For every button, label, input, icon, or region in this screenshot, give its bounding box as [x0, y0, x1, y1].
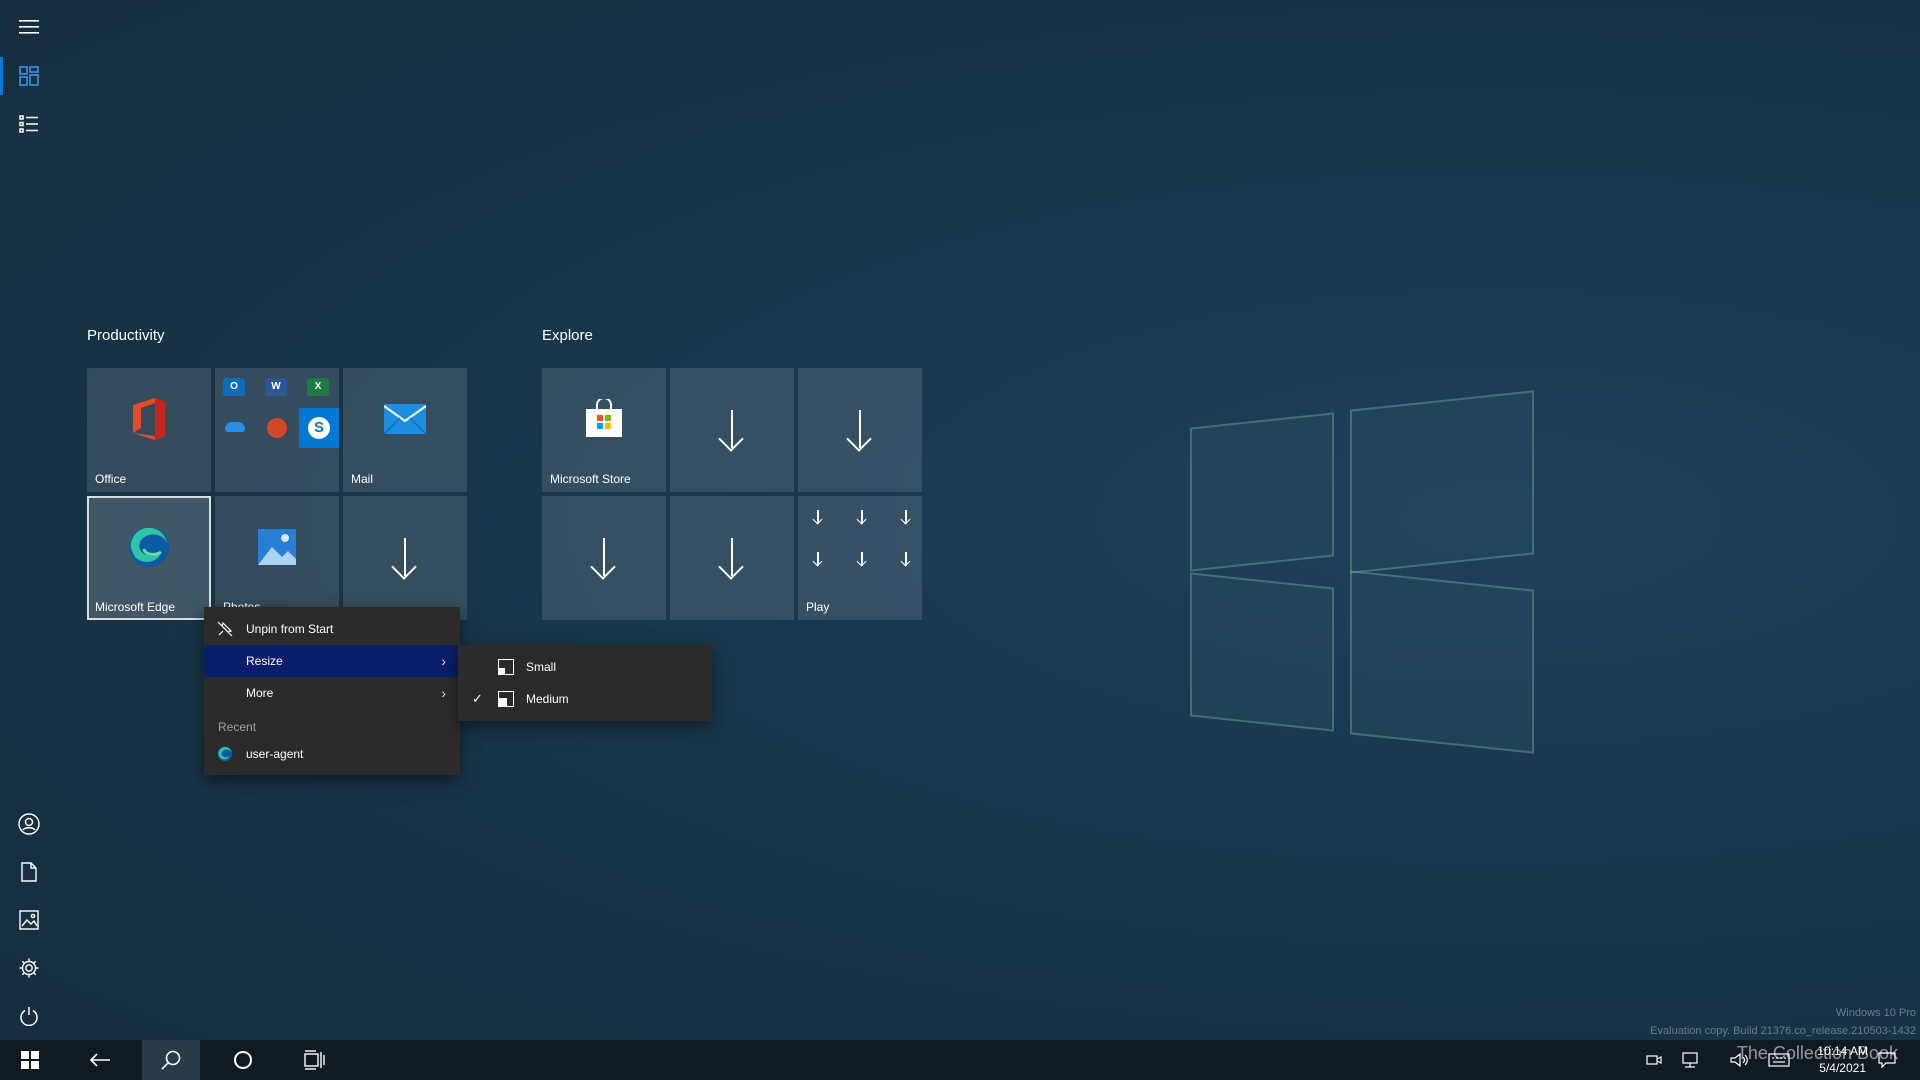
tile-mail[interactable]: Mail: [343, 368, 467, 492]
tile-office-apps-folder[interactable]: O W X S: [215, 368, 339, 492]
onedrive-icon: [225, 422, 245, 432]
cortana-icon: [234, 1051, 252, 1069]
group-title-productivity[interactable]: Productivity: [87, 327, 165, 344]
document-icon[interactable]: [12, 855, 46, 889]
menu-item-recent[interactable]: user-agent: [204, 738, 460, 770]
tile-downloading[interactable]: [798, 368, 922, 492]
small-size-icon: [498, 659, 514, 675]
tile-label: Microsoft Store: [550, 472, 631, 486]
start-button[interactable]: [0, 1040, 60, 1080]
tile-downloading[interactable]: [343, 496, 467, 620]
gear-icon[interactable]: [12, 951, 46, 985]
medium-size-icon: [498, 691, 514, 707]
start-left-rail: [0, 0, 58, 1040]
resize-option-medium[interactable]: ✓ Medium: [458, 683, 712, 715]
taskbar: 10:14 AM 5/4/2021: [0, 1040, 1920, 1080]
menu-item-label: Resize: [246, 654, 283, 668]
tile-context-menu: Unpin from Start Resize › More › Recent …: [204, 607, 460, 775]
windows-icon: [21, 1051, 39, 1069]
chevron-right-icon: ›: [441, 653, 446, 669]
tiles-icon[interactable]: [12, 59, 46, 93]
tile-microsoft-edge[interactable]: Microsoft Edge: [87, 496, 211, 620]
edge-icon: [204, 746, 246, 762]
mail-icon: [384, 404, 426, 434]
edge-icon: [129, 527, 169, 567]
download-icon: [588, 536, 620, 580]
resize-submenu: Small ✓ Medium: [458, 645, 712, 721]
download-icon: [716, 408, 748, 452]
resize-option-small[interactable]: Small: [458, 651, 712, 683]
tile-microsoft-store[interactable]: Microsoft Store: [542, 368, 666, 492]
office-icon: [133, 398, 165, 440]
task-view-icon: [304, 1050, 325, 1070]
windows-logo-watermark: [1190, 380, 1550, 754]
menu-item-label: More: [246, 686, 274, 700]
tile-downloading[interactable]: [670, 496, 794, 620]
rail-active-indicator: [0, 57, 3, 95]
cortana-button[interactable]: [213, 1040, 273, 1080]
tile-downloading[interactable]: [542, 496, 666, 620]
play-folder-row: [812, 552, 912, 568]
menu-item-resize[interactable]: Resize ›: [204, 645, 460, 677]
outlook-icon: O: [223, 378, 245, 396]
tile-label: Microsoft Edge: [95, 600, 176, 614]
resize-option-label: Small: [526, 660, 557, 674]
user-icon[interactable]: [12, 807, 46, 841]
download-icon: [389, 536, 421, 580]
menu-item-unpin[interactable]: Unpin from Start: [204, 613, 460, 645]
skype-icon: S: [299, 408, 339, 448]
store-icon: [586, 399, 622, 437]
powerpoint-icon: [267, 418, 287, 438]
chevron-right-icon: ›: [441, 685, 446, 701]
power-icon[interactable]: [12, 999, 46, 1033]
watermark-overlay: The Collection Book: [1736, 1043, 1898, 1063]
photos-icon: [258, 529, 296, 565]
download-icon: [812, 510, 824, 526]
meet-now-icon[interactable]: [1646, 1040, 1670, 1080]
back-button[interactable]: [70, 1040, 130, 1080]
download-icon: [856, 510, 868, 526]
download-icon: [812, 552, 824, 568]
group-title-explore[interactable]: Explore: [542, 327, 593, 344]
download-icon: [716, 536, 748, 580]
watermark-build: Evaluation copy. Build 21376.co_release.…: [1650, 1025, 1916, 1037]
hamburger-icon[interactable]: [12, 10, 46, 44]
download-icon: [900, 510, 912, 526]
watermark-edition: Windows 10 Pro: [1835, 1007, 1916, 1019]
menu-section-recent: Recent: [218, 720, 257, 734]
menu-item-label: Unpin from Start: [246, 622, 334, 636]
tile-label: Mail: [351, 472, 374, 486]
network-icon[interactable]: [1680, 1040, 1710, 1080]
list-icon[interactable]: [12, 107, 46, 141]
task-view-button[interactable]: [285, 1040, 345, 1080]
tile-downloading[interactable]: [670, 368, 794, 492]
play-folder-row: [812, 510, 912, 526]
tile-label: Office: [95, 472, 127, 486]
download-icon: [844, 408, 876, 452]
tile-play-folder[interactable]: Play: [798, 496, 922, 620]
tile-photos[interactable]: Photos: [215, 496, 339, 620]
back-arrow-icon: [89, 1053, 110, 1067]
unpin-icon: [204, 621, 246, 637]
menu-item-label: user-agent: [246, 747, 304, 761]
tile-label: Play: [806, 600, 830, 614]
download-icon: [900, 552, 912, 568]
pictures-icon[interactable]: [12, 903, 46, 937]
checkmark-icon: ✓: [472, 691, 483, 706]
menu-item-more[interactable]: More ›: [204, 677, 460, 709]
search-icon: [161, 1050, 181, 1070]
download-icon: [856, 552, 868, 568]
word-icon: W: [265, 378, 287, 396]
resize-option-label: Medium: [526, 692, 569, 706]
search-button[interactable]: [142, 1040, 200, 1080]
tile-office[interactable]: Office: [87, 368, 211, 492]
excel-icon: X: [307, 378, 329, 396]
